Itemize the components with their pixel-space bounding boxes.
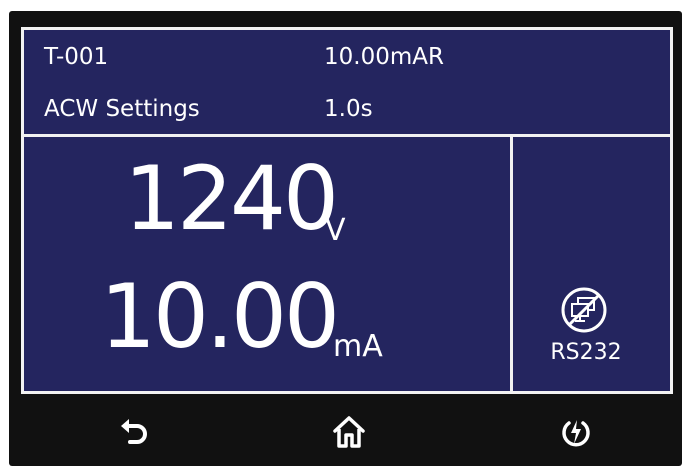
power-icon <box>562 420 590 447</box>
display-screen: T-001 10.00mAR ACW Settings 1.0s 1240 V … <box>21 27 673 394</box>
panel-divider <box>510 137 513 391</box>
voltage-unit: V <box>325 213 346 248</box>
current-unit: mA <box>333 329 383 364</box>
back-button[interactable] <box>114 412 154 452</box>
header-divider <box>24 134 670 137</box>
home-button[interactable] <box>329 412 369 452</box>
rs232-label: RS232 <box>550 340 622 365</box>
current-readout: 10.00 <box>100 265 340 368</box>
rs232-disabled-icon <box>561 287 607 333</box>
home-icon <box>333 416 365 448</box>
test-id-label: T-001 <box>44 44 109 70</box>
power-button[interactable] <box>556 412 596 452</box>
mode-label: ACW Settings <box>44 96 200 122</box>
current-limit-value: 10.00mAR <box>324 44 444 70</box>
ramp-time-value: 1.0s <box>324 96 373 122</box>
voltage-readout: 1240 <box>124 147 339 250</box>
back-arrow-icon <box>121 419 147 444</box>
device-bezel: T-001 10.00mAR ACW Settings 1.0s 1240 V … <box>9 11 682 466</box>
